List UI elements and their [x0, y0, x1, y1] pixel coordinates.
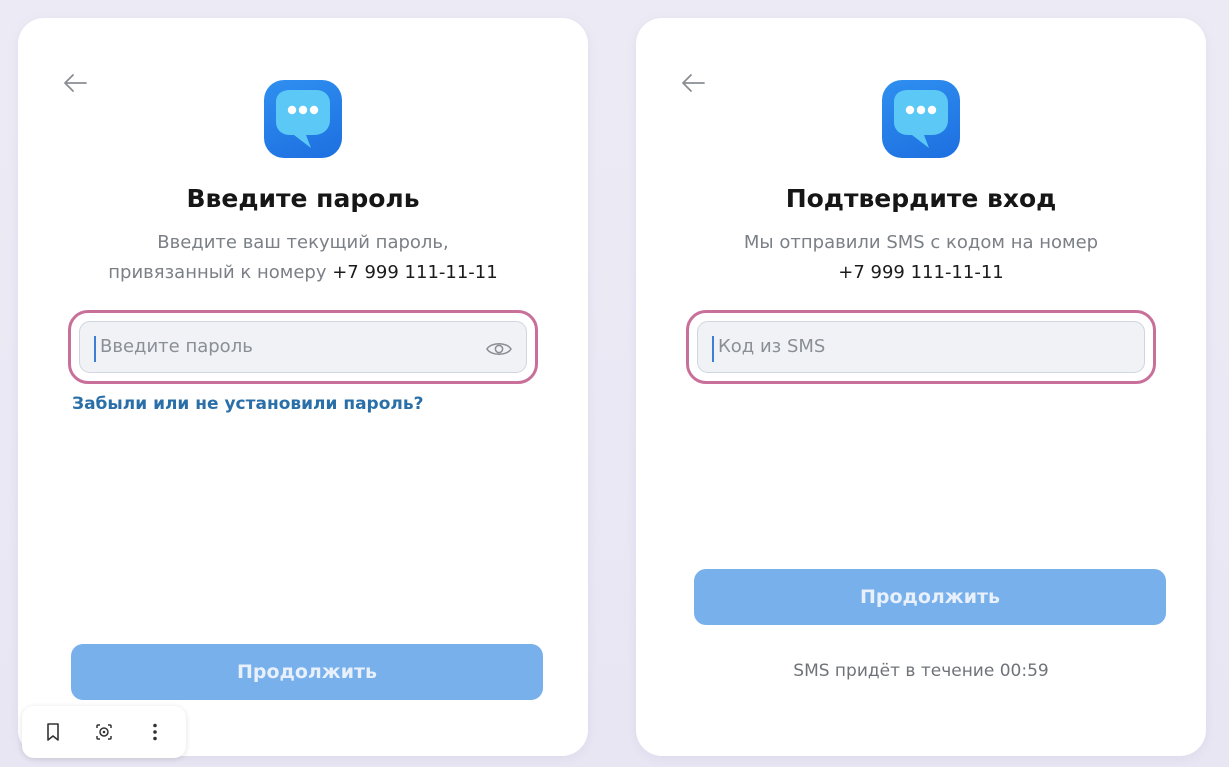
bookmark-icon[interactable]: [35, 714, 71, 750]
more-vertical-icon[interactable]: [137, 714, 173, 750]
page-subtitle: Введите ваш текущий пароль, привязанный …: [18, 228, 588, 288]
subtitle-text: привязанный к номеру: [108, 262, 333, 283]
sms-confirm-card: Подтвердите вход Мы отправили SMS с кодо…: [636, 18, 1206, 756]
subtitle-line: привязанный к номеру +7 999 111-11-11: [18, 258, 588, 288]
page-title: Введите пароль: [186, 184, 420, 213]
password-placeholder: Введите пароль: [100, 336, 253, 357]
app-logo-icon: [882, 80, 960, 158]
app-logo-icon: [264, 80, 342, 158]
forgot-password-link[interactable]: Забыли или не установили пароль?: [72, 394, 423, 414]
password-field-highlight: Введите пароль: [68, 310, 538, 384]
page-title: Подтвердите вход: [785, 184, 1057, 213]
text-caret: [712, 336, 714, 362]
subtitle-line: Введите ваш текущий пароль,: [157, 232, 449, 253]
subtitle-line: Мы отправили SMS с кодом на номер: [743, 232, 1099, 253]
image-toolbar: [22, 706, 186, 758]
lens-icon[interactable]: [86, 714, 122, 750]
page-subtitle: Мы отправили SMS с кодом на номер +7 999…: [636, 228, 1206, 288]
sms-code-input[interactable]: Код из SMS: [697, 321, 1145, 373]
text-caret: [94, 336, 96, 362]
sms-timer-text: SMS придёт в течение 00:59: [793, 661, 1049, 681]
back-arrow-icon[interactable]: [60, 68, 90, 98]
eye-icon[interactable]: [484, 335, 514, 363]
password-card: Введите пароль Введите ваш текущий парол…: [18, 18, 588, 756]
password-input[interactable]: Введите пароль: [79, 321, 527, 373]
back-arrow-icon[interactable]: [678, 68, 708, 98]
sms-code-field-highlight: Код из SMS: [686, 310, 1156, 384]
continue-button[interactable]: Продолжить: [71, 644, 543, 700]
sms-code-placeholder: Код из SMS: [718, 336, 826, 357]
continue-button[interactable]: Продолжить: [694, 569, 1166, 625]
phone-number: +7 999 111-11-11: [838, 262, 1004, 283]
phone-number: +7 999 111-11-11: [332, 262, 498, 283]
